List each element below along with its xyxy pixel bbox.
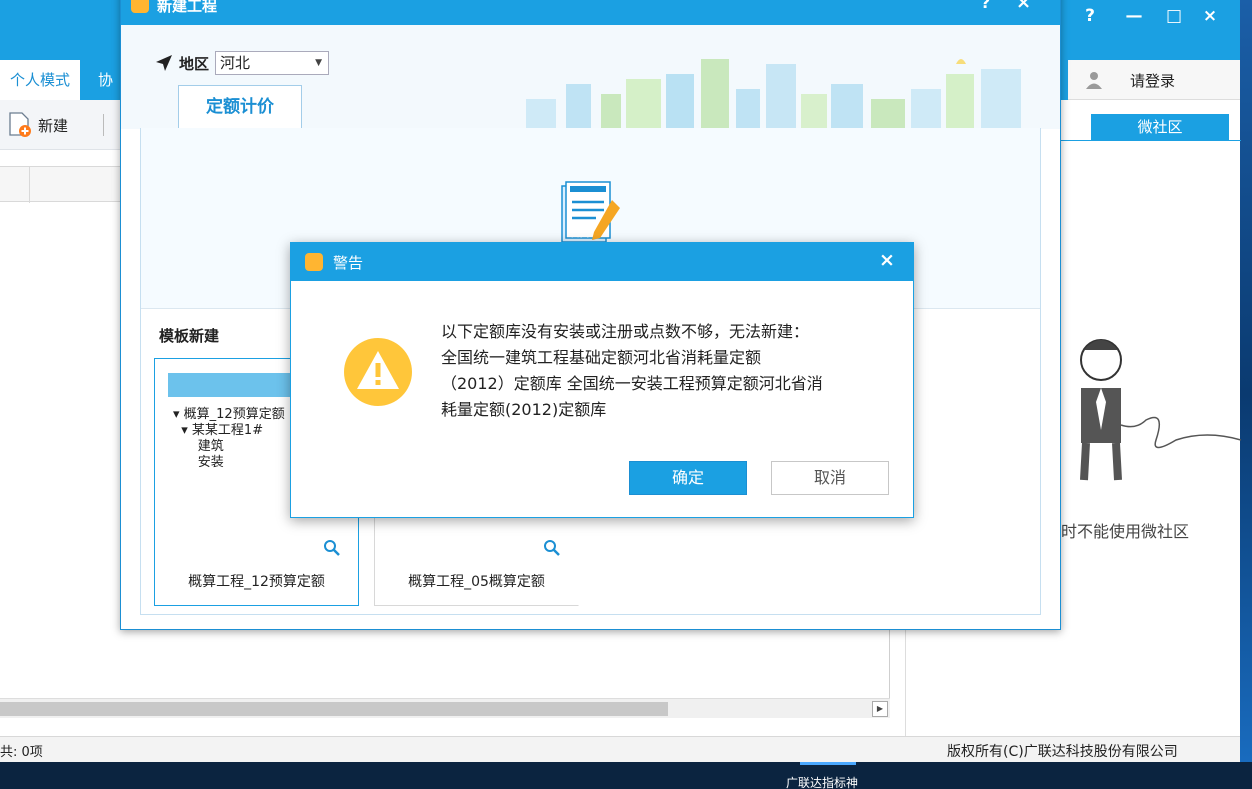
tab-quota-pricing[interactable]: 定额计价 [178,85,302,129]
new-file-icon [9,112,31,137]
project-document-icon[interactable]: 项目 [556,180,626,250]
warning-titlebar: 警告 × [291,243,913,281]
tab-micro-community[interactable]: 微社区 [1091,114,1229,140]
location-arrow-icon [156,55,172,71]
template-section-title: 模板新建 [159,327,220,345]
thinking-man-illustration [1080,339,1241,481]
warning-title: 警告 [333,254,364,272]
toolbar-divider [103,114,104,136]
cancel-button[interactable]: 取消 [771,461,889,495]
dropdown-arrow-icon: ▼ [315,58,323,68]
copyright-text: 版权所有(C)广联达科技股份有限公司 [947,744,1178,760]
new-project-button[interactable]: 新建 [6,110,68,140]
minimize-button[interactable]: — [1116,4,1152,28]
app-logo-icon [131,0,149,13]
tab-personal-mode[interactable]: 个人模式 [0,60,80,100]
dialog-close-button[interactable]: × [1016,0,1031,13]
warning-message: 以下定额库没有安装或注册或点数不够，无法新建： 全国统一建筑工程基础定额河北省消… [441,322,823,419]
tree-node-install[interactable]: 安装 [173,455,285,471]
app-logo-icon [305,253,323,271]
city-skyline-illustration [526,59,1021,129]
region-value: 河北 [220,54,251,72]
maximize-button[interactable]: □ [1156,4,1192,28]
preview-search-icon[interactable] [543,539,561,557]
side-panel-message: 时不能使用微社区 [1061,522,1190,541]
ok-button[interactable]: 确定 [629,461,747,495]
preview-search-icon[interactable] [323,539,341,557]
close-button[interactable]: × [1192,4,1228,28]
taskbar-app-label[interactable]: 广联达指标神 [786,774,858,789]
login-label: 请登录 [1130,72,1176,90]
user-icon [1086,72,1102,89]
project-icon-label: 项目 [568,226,590,239]
horizontal-scrollbar[interactable]: ▶ [0,698,890,718]
status-bar: 共: 0项 版权所有(C)广联达科技股份有限公司 [0,736,1240,762]
region-dropdown[interactable]: 河北 ▼ [215,51,330,75]
warning-close-button[interactable]: × [879,249,895,271]
tab-collab-mode[interactable]: 协 [88,60,123,100]
new-project-label: 新建 [38,116,69,135]
grid-column-divider [29,167,30,203]
help-button[interactable]: ? [1072,4,1108,28]
region-label: 地区 [179,54,210,73]
tree-node-building[interactable]: 建筑 [173,439,285,455]
item-count: 共: 0项 [0,745,43,760]
scrollbar-thumb[interactable] [0,702,668,716]
scroll-right-arrow-icon[interactable]: ▶ [872,701,888,717]
desktop-wallpaper [1240,0,1252,789]
dialog-help-button[interactable]: ? [981,0,990,12]
login-button[interactable]: 请登录 [1068,60,1240,100]
tree-node-project[interactable]: ▾ 某某工程1# [173,423,285,439]
taskbar-active-indicator [800,762,856,765]
tree-node-root[interactable]: ▾ 概算_12预算定额 [173,407,285,423]
template-caption: 概算工程_05概算定额 [408,574,545,590]
new-project-titlebar: 新建工程 ? × [121,0,1060,25]
template-tree: ▾ 概算_12预算定额 ▾ 某某工程1# 建筑 安装 [173,407,285,471]
warning-dialog: 警告 × 以下定额库没有安装或注册或点数不够，无法新建： 全国统一建筑工程基础定… [290,242,914,518]
taskbar [0,762,1252,789]
new-project-title: 新建工程 [157,0,218,15]
template-caption: 概算工程_12预算定额 [188,574,325,590]
warning-icon [344,338,412,406]
region-selector: 地区 河北 ▼ [155,51,330,75]
